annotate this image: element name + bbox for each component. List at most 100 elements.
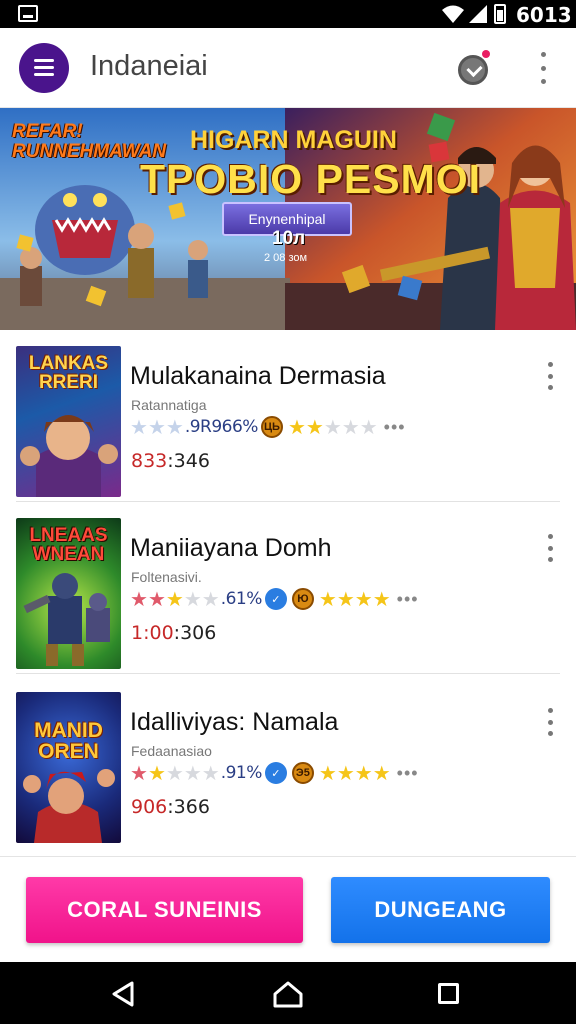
more-horiz-icon: ••• bbox=[383, 416, 406, 437]
game-subtitle: Ratannatiga bbox=[131, 397, 207, 413]
play-count: 1:00:306 bbox=[131, 622, 216, 644]
game-subtitle: Foltenasivi. bbox=[131, 569, 202, 585]
play-count-rest: :366 bbox=[167, 796, 210, 818]
featured-banner[interactable]: REFAR! RUNNEHMAWAN HIGARN MAGUIN TPOBIO … bbox=[0, 108, 576, 330]
star-icon: ★ bbox=[130, 587, 148, 611]
action-footer: CORAL SUNEINIS DUNGEANG bbox=[0, 856, 576, 962]
banner-number: 10л bbox=[272, 228, 306, 249]
game-cover: MANID OREN bbox=[16, 692, 121, 843]
menu-icon bbox=[34, 59, 54, 62]
game-cover-title: LANKAS RRERI bbox=[28, 353, 109, 393]
play-count-highlight: 1:00 bbox=[131, 622, 174, 644]
star-icon: ★ bbox=[287, 415, 306, 439]
star-icon: ★ bbox=[372, 761, 391, 785]
banner-title-line2: TPOBIO PESMOI bbox=[140, 156, 482, 202]
more-horiz-icon: ••• bbox=[396, 762, 419, 783]
back-icon[interactable] bbox=[110, 980, 136, 1008]
star-icon: ★ bbox=[147, 761, 166, 785]
play-count-highlight: 906 bbox=[131, 796, 168, 818]
play-count-rest: :306 bbox=[173, 622, 217, 644]
rating-row: ★ ★ ★ ★ ★ .61% ✓ Ю ★ ★ ★ ★ ••• bbox=[130, 588, 419, 610]
signal-icon bbox=[469, 5, 487, 23]
star-icon: ★ bbox=[323, 415, 342, 439]
system-nav-bar bbox=[0, 962, 576, 1024]
star-icon: ★ bbox=[147, 587, 166, 611]
star-icon: ★ bbox=[318, 761, 337, 785]
achievements-button[interactable] bbox=[455, 50, 493, 88]
star-icon: ★ bbox=[147, 415, 166, 439]
item-menu-button[interactable] bbox=[540, 708, 560, 736]
battery-icon bbox=[494, 4, 506, 24]
banner-subtext: 2 08 зом bbox=[264, 252, 308, 264]
play-count: 906:366 bbox=[131, 796, 210, 818]
banner-title-line1: HIGARN MAGUIN bbox=[190, 126, 397, 154]
primary-action-button[interactable]: CORAL SUNEINIS bbox=[26, 877, 303, 943]
star-icon: ★ bbox=[336, 587, 355, 611]
game-badge: ЦЬ bbox=[260, 416, 283, 438]
item-menu-button[interactable] bbox=[540, 362, 560, 390]
rating-percent: .91% bbox=[220, 763, 263, 783]
game-subtitle: Fedaanasiao bbox=[131, 743, 212, 759]
menu-button[interactable] bbox=[19, 43, 69, 93]
star-icon: ★ bbox=[183, 761, 202, 785]
star-icon: ★ bbox=[318, 587, 337, 611]
star-icon: ★ bbox=[130, 761, 148, 785]
star-icon: ★ bbox=[183, 587, 202, 611]
more-vert-icon bbox=[547, 708, 553, 713]
game-cover: LNEAAS WNEAN bbox=[16, 518, 121, 669]
app-bar: Indaneiai bbox=[0, 28, 576, 108]
wifi-icon bbox=[442, 5, 464, 23]
menu-icon-line bbox=[34, 66, 54, 69]
play-count: 833:346 bbox=[131, 450, 210, 472]
achievement-icon bbox=[458, 55, 488, 85]
list-item[interactable]: LANKAS RRERI Mulakanaina Dermasia Ratann… bbox=[0, 330, 576, 502]
game-badge: Ю bbox=[291, 588, 314, 610]
game-title: Maniiayana Domh bbox=[130, 534, 332, 562]
star-icon: ★ bbox=[165, 415, 184, 439]
game-badge: Э5 bbox=[291, 762, 314, 784]
star-icon: ★ bbox=[372, 587, 391, 611]
more-horiz-icon: ••• bbox=[396, 588, 419, 609]
star-icon: ★ bbox=[201, 587, 220, 611]
more-vert-icon-dot bbox=[547, 719, 553, 725]
divider bbox=[16, 673, 560, 674]
star-icon: ★ bbox=[354, 587, 373, 611]
list-item[interactable]: MANID OREN Idalliviyas: Namala Fedaanasi… bbox=[0, 676, 576, 848]
verified-icon: ✓ bbox=[264, 762, 287, 784]
secondary-action-button[interactable]: DUNGEANG bbox=[331, 877, 550, 943]
app-title: Indaneiai bbox=[90, 50, 208, 82]
list-item[interactable]: LNEAAS WNEAN Maniiayana Domh Foltenasivi… bbox=[0, 502, 576, 674]
more-vert-icon-dot bbox=[540, 79, 546, 84]
star-icon: ★ bbox=[336, 761, 355, 785]
item-menu-button[interactable] bbox=[540, 534, 560, 562]
rating-percent: .9R966% bbox=[184, 417, 259, 437]
game-title: Mulakanaina Dermasia bbox=[130, 362, 386, 390]
more-vert-icon bbox=[547, 362, 553, 367]
game-cover: LANKAS RRERI bbox=[16, 346, 121, 497]
play-count-highlight: 833 bbox=[131, 450, 168, 472]
star-icon: ★ bbox=[165, 761, 184, 785]
recent-apps-icon[interactable] bbox=[438, 983, 459, 1004]
star-icon: ★ bbox=[359, 415, 378, 439]
banner-brand-logo: REFAR! RUNNEHMAWAN bbox=[12, 121, 167, 162]
game-cover-title: MANID OREN bbox=[34, 719, 103, 763]
rating-row: ★ ★ ★ .9R966% ЦЬ ★ ★ ★ ★ ★ ••• bbox=[130, 416, 406, 438]
home-icon[interactable] bbox=[272, 980, 304, 1008]
game-title: Idalliviyas: Namala bbox=[130, 708, 339, 736]
game-cover-art bbox=[23, 769, 115, 843]
screenshot-icon bbox=[18, 5, 38, 22]
more-vert-icon-dot bbox=[547, 731, 553, 736]
game-cover-title: LNEAAS WNEAN bbox=[29, 525, 108, 565]
more-vert-icon-dot bbox=[547, 373, 553, 379]
star-icon: ★ bbox=[165, 587, 184, 611]
overflow-menu-button[interactable] bbox=[532, 52, 554, 84]
star-icon: ★ bbox=[341, 415, 360, 439]
star-icon: ★ bbox=[305, 415, 324, 439]
more-vert-icon-dot bbox=[547, 385, 553, 390]
more-vert-icon-dot bbox=[547, 557, 553, 562]
verified-icon: ✓ bbox=[264, 588, 287, 610]
more-vert-icon bbox=[540, 52, 546, 57]
menu-icon-line bbox=[34, 73, 54, 76]
more-vert-icon bbox=[547, 534, 553, 539]
star-icon: ★ bbox=[201, 761, 220, 785]
